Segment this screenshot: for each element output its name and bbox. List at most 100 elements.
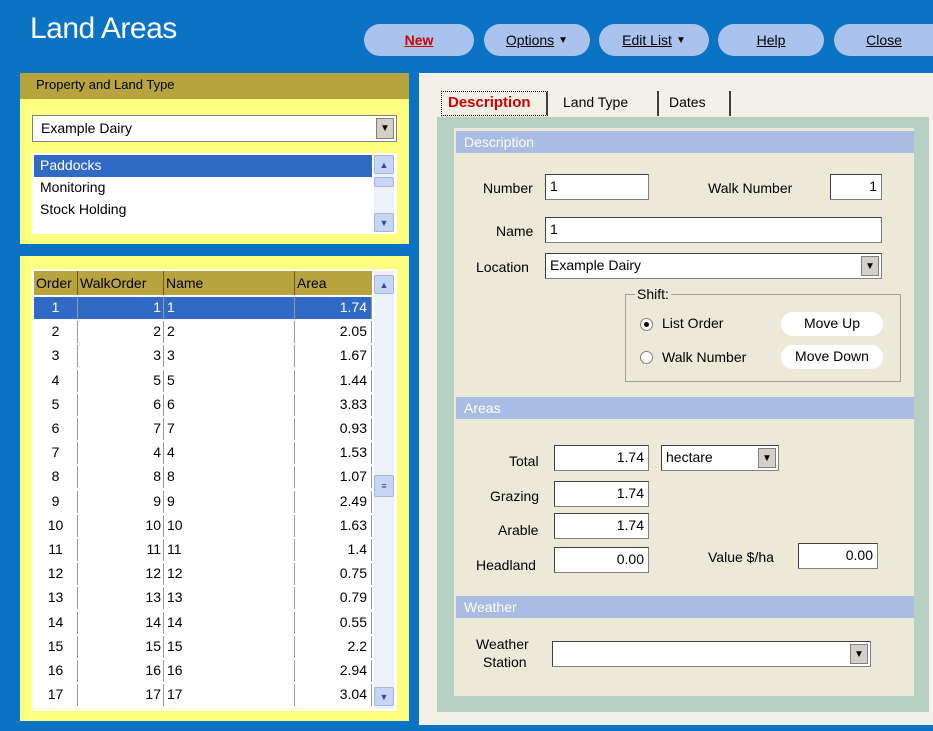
chevron-down-icon[interactable]: ▼	[861, 256, 879, 276]
close-button[interactable]: Close	[834, 24, 933, 56]
cell-walk-order: 11	[78, 539, 164, 561]
cell-walk-order: 14	[78, 611, 164, 634]
location-label: Location	[476, 259, 529, 275]
name-field[interactable]: 1	[545, 217, 882, 243]
value-per-ha-field[interactable]: 0.00	[798, 543, 878, 569]
cell-name: 14	[164, 611, 295, 634]
table-row[interactable]: 15 15 15 2.2	[34, 635, 372, 658]
total-label: Total	[509, 453, 539, 469]
table-row[interactable]: 6 7 7 0.93	[34, 418, 372, 440]
cell-order: 7	[34, 442, 78, 465]
options-button[interactable]: Options ▼	[484, 24, 590, 56]
cell-order: 12	[34, 563, 78, 586]
table-row[interactable]: 2 2 2 2.05	[34, 321, 372, 344]
walk-number-radio-label: Walk Number	[662, 349, 747, 365]
table-row[interactable]: 12 12 12 0.75	[34, 563, 372, 586]
help-button-label: Help	[756, 32, 786, 48]
cell-walk-order: 6	[78, 393, 164, 416]
property-select[interactable]: Example Dairy ▼	[32, 115, 397, 142]
table-row[interactable]: 3 3 3 1.67	[34, 345, 372, 368]
dropdown-triangle-icon: ▼	[558, 34, 569, 46]
cell-area: 1.67	[295, 345, 372, 368]
cell-name: 10	[164, 514, 295, 537]
number-field[interactable]: 1	[545, 174, 649, 200]
table-row[interactable]: 17 17 17 3.04	[34, 684, 372, 707]
arable-field[interactable]: 1.74	[554, 513, 649, 539]
edit-list-button[interactable]: Edit List ▼	[599, 24, 709, 56]
cell-walk-order: 1	[78, 297, 164, 319]
table-row[interactable]: 9 9 9 2.49	[34, 490, 372, 513]
walk-number-radio[interactable]	[640, 351, 653, 364]
list-order-label: List Order	[662, 315, 724, 331]
unit-select[interactable]: hectare ▼	[661, 445, 779, 471]
column-header-name[interactable]: Name	[164, 271, 295, 295]
scroll-down-icon[interactable]: ▼	[374, 687, 394, 706]
table-row[interactable]: 7 4 4 1.53	[34, 442, 372, 465]
chevron-down-icon[interactable]: ▼	[758, 448, 776, 468]
list-item[interactable]: Stock Holding	[34, 199, 372, 221]
cell-walk-order: 8	[78, 466, 164, 489]
cell-order: 4	[34, 369, 78, 392]
weather-station-label-line1: Weather	[476, 636, 529, 652]
total-field[interactable]: 1.74	[554, 445, 649, 471]
dropdown-triangle-icon: ▼	[675, 34, 686, 46]
table-row[interactable]: 8 8 8 1.07	[34, 466, 372, 489]
cell-area: 2.2	[295, 635, 372, 658]
property-panel: Property and Land Type Example Dairy ▼ P…	[20, 73, 409, 244]
weather-station-select[interactable]: ▼	[552, 641, 871, 667]
move-down-button[interactable]: Move Down	[781, 345, 883, 369]
grid-header: Order WalkOrder Name Area	[34, 271, 372, 295]
cell-order: 16	[34, 660, 78, 682]
cell-area: 1.07	[295, 466, 372, 489]
help-button[interactable]: Help	[718, 24, 824, 56]
cell-walk-order: 15	[78, 635, 164, 658]
table-row[interactable]: 11 11 11 1.4	[34, 539, 372, 561]
column-header-walk-order[interactable]: WalkOrder	[78, 271, 164, 295]
scroll-thumb[interactable]	[374, 177, 394, 187]
list-item[interactable]: Monitoring	[34, 177, 372, 199]
app-title: Land Areas	[30, 12, 177, 45]
grazing-field[interactable]: 1.74	[554, 481, 649, 507]
table-row[interactable]: 1 1 1 1.74	[34, 297, 372, 319]
land-type-scrollbar[interactable]: ▲ ▼	[374, 155, 394, 232]
cell-order: 10	[34, 514, 78, 537]
scroll-up-icon[interactable]: ▲	[374, 155, 394, 174]
table-row[interactable]: 10 10 10 1.63	[34, 514, 372, 537]
cell-area: 2.94	[295, 660, 372, 682]
column-header-order[interactable]: Order	[34, 271, 78, 295]
walk-number-field[interactable]: 1	[830, 174, 882, 200]
cell-area: 0.93	[295, 418, 372, 440]
scroll-down-icon[interactable]: ▼	[374, 213, 394, 232]
scroll-thumb[interactable]: ≡	[374, 475, 394, 497]
cell-area: 1.63	[295, 514, 372, 537]
cell-walk-order: 5	[78, 369, 164, 392]
chevron-down-icon[interactable]: ▼	[376, 118, 394, 139]
table-row[interactable]: 13 13 13 0.79	[34, 587, 372, 610]
unit-select-value: hectare	[666, 449, 713, 465]
move-up-button[interactable]: Move Up	[781, 312, 883, 336]
table-row[interactable]: 14 14 14 0.55	[34, 611, 372, 634]
list-order-radio[interactable]	[640, 318, 653, 331]
cell-name: 4	[164, 442, 295, 465]
column-header-area[interactable]: Area	[295, 271, 372, 295]
chevron-down-icon[interactable]: ▼	[850, 644, 868, 664]
scroll-up-icon[interactable]: ▲	[374, 275, 394, 294]
tab-land-type[interactable]: Land Type	[557, 91, 659, 116]
cell-walk-order: 9	[78, 490, 164, 513]
table-row[interactable]: 4 5 5 1.44	[34, 369, 372, 392]
edit-list-button-label: Edit List	[622, 32, 672, 48]
new-button[interactable]: New	[364, 24, 474, 56]
cell-walk-order: 2	[78, 321, 164, 344]
table-row[interactable]: 5 6 6 3.83	[34, 393, 372, 416]
location-select[interactable]: Example Dairy ▼	[545, 253, 882, 279]
table-row[interactable]: 16 16 16 2.94	[34, 660, 372, 682]
headland-field[interactable]: 0.00	[554, 547, 649, 573]
grid-scrollbar[interactable]: ▲ ≡ ▼	[374, 271, 394, 709]
cell-order: 2	[34, 321, 78, 344]
cell-area: 2.05	[295, 321, 372, 344]
paddock-grid-panel: Order WalkOrder Name Area 1 1 1 1.74 2 2 2 2.05…	[20, 256, 409, 721]
list-item[interactable]: Paddocks	[34, 155, 372, 177]
cell-area: 0.55	[295, 611, 372, 634]
tab-description[interactable]: Description	[441, 91, 548, 116]
tab-dates[interactable]: Dates	[663, 91, 731, 116]
